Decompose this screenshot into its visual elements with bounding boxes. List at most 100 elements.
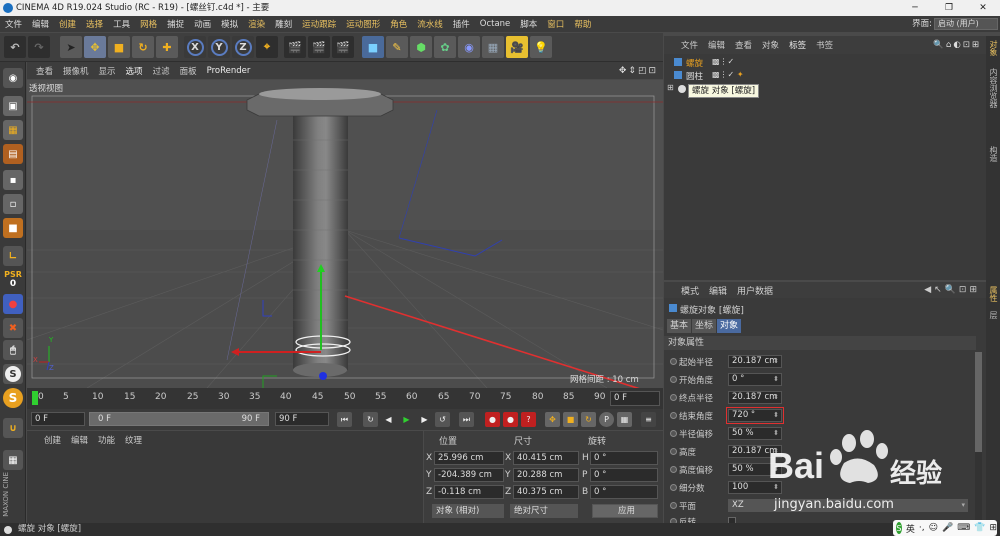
lock-grid-icon[interactable]: ▦	[3, 450, 23, 470]
attr-scrollbar-thumb[interactable]	[975, 352, 982, 452]
perspective-viewport[interactable]: 透视视图 网格间距 : 10 cm Y Z X	[27, 80, 663, 388]
z-axis-lock-icon[interactable]: Z	[232, 36, 254, 58]
x-axis-lock-icon[interactable]: X	[184, 36, 206, 58]
tab-basic[interactable]: 基本	[667, 319, 692, 333]
menu-file[interactable]: 文件	[0, 18, 27, 30]
end-frame-field[interactable]: 90 F	[275, 412, 329, 426]
size-mode-select[interactable]: 绝对尺寸	[510, 504, 578, 518]
render-view-icon[interactable]: 🎬	[284, 36, 306, 58]
position-y-field[interactable]: -204.389 cm	[434, 468, 504, 482]
tab-layers[interactable]: 层	[988, 311, 999, 319]
deformer-icon[interactable]: ◉	[458, 36, 480, 58]
stepper-icon[interactable]: ⬍	[773, 356, 779, 367]
vp-menu-options[interactable]: 选项	[121, 65, 148, 77]
position-z-field[interactable]: -0.118 cm	[434, 485, 504, 499]
skin-icon[interactable]: 👕	[974, 523, 985, 533]
timeline-menu-icon[interactable]: ≡	[641, 412, 656, 427]
menu-edit[interactable]: 编辑	[27, 18, 54, 30]
snap-icon[interactable]: S	[3, 364, 23, 384]
axis-mode-icon[interactable]: ∟	[3, 246, 23, 266]
menu-octane[interactable]: Octane	[475, 19, 516, 29]
anim-dot[interactable]	[670, 412, 677, 419]
object-row-cylinder[interactable]: 圆柱 ▩⋮✓ ✦	[664, 70, 986, 82]
soft-selection-icon[interactable]: ✖	[3, 318, 23, 338]
menu-pipeline[interactable]: 流水线	[412, 18, 448, 30]
key-scale-icon[interactable]: ■	[563, 412, 578, 427]
magnet-icon[interactable]: ∪	[3, 418, 23, 438]
tab-coord[interactable]: 坐标	[692, 319, 717, 333]
anim-dot[interactable]	[670, 466, 677, 473]
menu-grid-icon[interactable]: ⊞	[989, 523, 997, 533]
size-x-field[interactable]: 40.415 cm	[513, 451, 579, 465]
anim-dot[interactable]	[670, 502, 677, 509]
menu-animate[interactable]: 动画	[189, 18, 216, 30]
mat-menu-edit[interactable]: 编辑	[66, 434, 93, 446]
key-parameter-icon[interactable]: P	[599, 412, 614, 427]
key-rotation-icon[interactable]: ↻	[581, 412, 596, 427]
size-y-field[interactable]: 20.288 cm	[513, 468, 579, 482]
camera-icon[interactable]: 🎥	[506, 36, 528, 58]
obj-manager-nav-icon[interactable]: 🔍⌂◐⊡⊞	[928, 40, 986, 50]
start-frame-field[interactable]: 0 F	[31, 412, 85, 426]
viewport-nav-icon[interactable]: ✥⇕◰⊡	[614, 66, 663, 76]
pen-icon[interactable]: ✎	[386, 36, 408, 58]
end-angle-field[interactable]: 720 ° ⬍	[726, 407, 784, 424]
edges-mode-icon[interactable]: ▫	[3, 194, 23, 214]
go-to-end-icon[interactable]: ⏭	[459, 412, 474, 427]
make-editable-icon[interactable]: ◉	[3, 68, 23, 88]
menu-character[interactable]: 角色	[385, 18, 412, 30]
anim-dot[interactable]	[670, 484, 677, 491]
anim-dot[interactable]	[670, 430, 677, 437]
vp-menu-prorender[interactable]: ProRender	[202, 66, 256, 76]
menu-plugins[interactable]: 插件	[448, 18, 475, 30]
close-button[interactable]: ✕	[966, 0, 1000, 16]
keyframe-selection-icon[interactable]: ?	[521, 412, 536, 427]
menu-render[interactable]: 渲染	[243, 18, 270, 30]
tab-object[interactable]: 对象	[717, 319, 742, 333]
add-icon[interactable]: ✚	[156, 36, 178, 58]
rotation-b-field[interactable]: 0 °	[590, 485, 658, 499]
redo-icon[interactable]: ↷	[28, 36, 50, 58]
obj-menu-objects[interactable]: 对象	[757, 39, 784, 51]
menu-select[interactable]: 选择	[81, 18, 108, 30]
key-pla-icon[interactable]: ▦	[617, 412, 632, 427]
subdivision-icon[interactable]: ⬢	[410, 36, 432, 58]
attr-menu-edit[interactable]: 编辑	[704, 284, 732, 297]
play-icon[interactable]: ▶	[399, 412, 414, 427]
array-icon[interactable]: ✿	[434, 36, 456, 58]
attr-menu-userdata[interactable]: 用户数据	[732, 284, 778, 297]
key-position-icon[interactable]: ✥	[545, 412, 560, 427]
anim-dot[interactable]	[670, 376, 677, 383]
frame-range-slider[interactable]: 0 F 90 F	[89, 412, 269, 426]
coordinate-system-icon[interactable]: ⌖	[256, 36, 278, 58]
anim-dot[interactable]	[670, 358, 677, 365]
select-arrow-icon[interactable]: ➤	[60, 36, 82, 58]
light-icon[interactable]: 💡	[530, 36, 552, 58]
model-mode-icon[interactable]: ▣	[3, 96, 23, 116]
scale-icon[interactable]: ■	[108, 36, 130, 58]
vp-menu-display[interactable]: 显示	[94, 65, 121, 77]
render-settings-icon[interactable]: 🎬	[332, 36, 354, 58]
rotation-p-field[interactable]: 0 °	[590, 468, 658, 482]
vp-menu-view[interactable]: 查看	[31, 65, 58, 77]
cube-icon[interactable]: ■	[362, 36, 384, 58]
polygons-mode-icon[interactable]: ■	[3, 218, 23, 238]
tab-attributes[interactable]: 属性	[988, 286, 999, 302]
stepper-icon[interactable]: ⬍	[773, 410, 779, 421]
mat-menu-create[interactable]: 创建	[39, 434, 66, 446]
rotation-h-field[interactable]: 0 °	[590, 451, 658, 465]
tab-structure[interactable]: 构造	[988, 146, 999, 162]
object-row-helix[interactable]: 螺旋 ▩⋮✓	[664, 57, 986, 69]
menu-simulate[interactable]: 模拟	[216, 18, 243, 30]
keyboard-icon[interactable]: ⌨	[957, 523, 970, 533]
end-radius-field[interactable]: 20.187 cm ⬍	[728, 391, 782, 404]
obj-menu-edit[interactable]: 编辑	[703, 39, 730, 51]
anim-dot[interactable]	[670, 448, 677, 455]
gizmo-z-axis[interactable]	[319, 372, 327, 380]
mouse-icon[interactable]: 🖱	[3, 340, 23, 360]
vp-menu-filter[interactable]: 过滤	[148, 65, 175, 77]
tab-content-browser[interactable]: 内容浏览器	[988, 68, 999, 108]
loop-forward-icon[interactable]: ↺	[435, 412, 450, 427]
menu-sculpt[interactable]: 雕刻	[270, 18, 297, 30]
sogou-icon[interactable]: S	[896, 522, 902, 534]
